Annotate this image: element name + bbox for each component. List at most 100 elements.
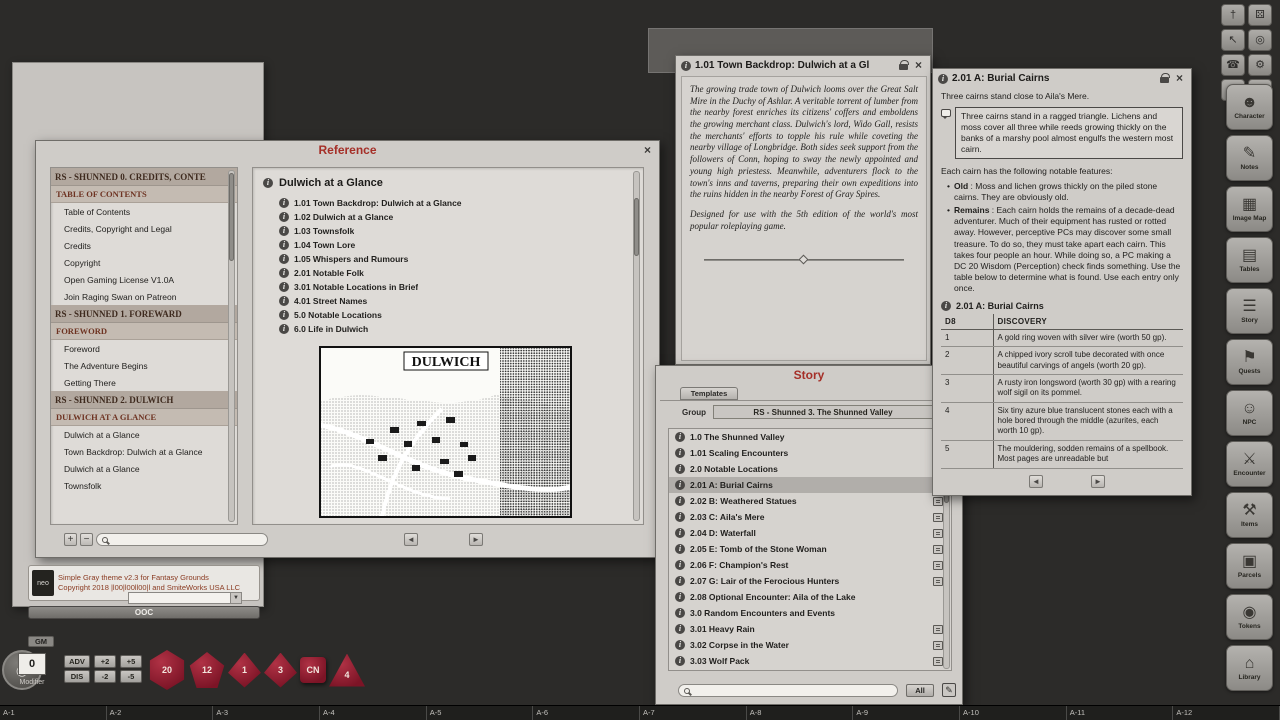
- toc-item[interactable]: The Adventure Begins: [51, 357, 237, 374]
- story-entry[interactable]: i3.02 Corpse in the Water: [669, 637, 951, 653]
- sidebar-item-imagemap[interactable]: ▦Image Map: [1226, 186, 1273, 232]
- toc-section-header[interactable]: RS - SHUNNED 1. FOREWARD: [51, 305, 237, 323]
- toc-subheader[interactable]: TABLE OF CONTENTS: [51, 186, 237, 203]
- toc-item[interactable]: Dulwich at a Glance: [51, 426, 237, 443]
- hotkey-slot[interactable]: A-1: [0, 706, 107, 720]
- reference-search-input[interactable]: [111, 535, 262, 544]
- toc-item[interactable]: Town Backdrop: Dulwich at a Glance: [51, 443, 237, 460]
- hotkey-slot[interactable]: A-3: [213, 706, 320, 720]
- sidebar-item-library[interactable]: ⌂Library: [1226, 645, 1273, 691]
- sidebar-item-tables[interactable]: ▤Tables: [1226, 237, 1273, 283]
- tab-templates[interactable]: Templates: [680, 387, 738, 400]
- plus5-button[interactable]: +5: [120, 655, 142, 668]
- toc-item[interactable]: Townsfolk: [51, 477, 237, 494]
- dulwich-map-image[interactable]: DULWICH: [319, 346, 572, 518]
- chevron-down-icon[interactable]: ▼: [230, 593, 241, 603]
- story-titlebar[interactable]: Story ×: [656, 366, 962, 385]
- toc-item[interactable]: Getting There: [51, 374, 237, 391]
- toc-item[interactable]: Dulwich at a Glance: [51, 460, 237, 477]
- story-entry[interactable]: i1.0 The Shunned Valley: [669, 429, 951, 445]
- control-die[interactable]: CN: [300, 657, 326, 683]
- reference-link[interactable]: i1.03 Townsfolk: [253, 224, 643, 238]
- toc-item[interactable]: Table of Contents: [51, 203, 237, 220]
- gm-identity-tab[interactable]: GM: [28, 636, 54, 647]
- story-entry[interactable]: i2.04 D: Waterfall: [669, 525, 951, 541]
- hotkey-slot[interactable]: A-7: [640, 706, 747, 720]
- hotkey-slot[interactable]: A-11: [1067, 706, 1174, 720]
- ooc-button[interactable]: OOC: [28, 606, 260, 619]
- disadvantage-button[interactable]: DIS: [64, 670, 90, 683]
- toc-item[interactable]: Open Gaming License V1.0A: [51, 271, 237, 288]
- d8-die[interactable]: 3: [264, 653, 297, 688]
- hotkey-slot[interactable]: A-2: [107, 706, 214, 720]
- toc-item[interactable]: Join Raging Swan on Patreon: [51, 288, 237, 305]
- hotkey-slot[interactable]: A-12: [1173, 706, 1280, 720]
- sidebar-item-tokens[interactable]: ◉Tokens: [1226, 594, 1273, 640]
- edit-toggle-button[interactable]: ✎: [942, 683, 956, 697]
- reference-link[interactable]: i1.04 Town Lore: [253, 238, 643, 252]
- sidebar-item-npc[interactable]: ☺NPC: [1226, 390, 1273, 436]
- plus2-button[interactable]: +2: [94, 655, 116, 668]
- story-entry[interactable]: i1.01 Scaling Encounters: [669, 445, 951, 461]
- d20-die[interactable]: 20: [148, 650, 186, 690]
- lock-icon[interactable]: [899, 64, 908, 70]
- previous-page-button[interactable]: ◄: [1029, 475, 1043, 488]
- reference-link[interactable]: i4.01 Street Names: [253, 294, 643, 308]
- previous-page-button[interactable]: ◄: [404, 533, 418, 546]
- sidebar-item-parcels[interactable]: ▣Parcels: [1226, 543, 1273, 589]
- toc-item[interactable]: Credits: [51, 237, 237, 254]
- story-search-input[interactable]: [693, 686, 892, 695]
- toc-subheader[interactable]: FOREWORD: [51, 323, 237, 340]
- cairns-table-link[interactable]: i 2.01 A: Burial Cairns: [941, 301, 1183, 311]
- town-backdrop-titlebar[interactable]: i 1.01 Town Backdrop: Dulwich at a Gl ×: [676, 56, 930, 75]
- toc-section-header[interactable]: RS - SHUNNED 2. DULWICH: [51, 391, 237, 409]
- story-entry[interactable]: i2.08 Optional Encounter: Aila of the La…: [669, 589, 951, 605]
- sidebar-item-quests[interactable]: ⚑Quests: [1226, 339, 1273, 385]
- slider-handle[interactable]: [799, 255, 809, 265]
- sidebar-item-notes[interactable]: ✎Notes: [1226, 135, 1273, 181]
- next-page-button[interactable]: ►: [469, 533, 483, 546]
- hotkey-slot[interactable]: A-10: [960, 706, 1067, 720]
- story-search[interactable]: [678, 684, 898, 697]
- story-entry[interactable]: i3.0 Random Encounters and Events: [669, 605, 951, 621]
- add-button[interactable]: +: [64, 533, 77, 546]
- reference-link[interactable]: i2.01 Notable Folk: [253, 266, 643, 280]
- reference-content-scrollbar[interactable]: [633, 171, 640, 521]
- story-entry[interactable]: i2.02 B: Weathered Statues: [669, 493, 951, 509]
- toc-item[interactable]: Foreword: [51, 340, 237, 357]
- group-dropdown[interactable]: RS - Shunned 3. The Shunned Valley: [713, 405, 933, 419]
- toc-scrollbar-handle[interactable]: [229, 173, 234, 261]
- dice-tower-button[interactable]: ⚄: [1248, 4, 1272, 26]
- burial-cairns-titlebar[interactable]: i 2.01 A: Burial Cairns ×: [933, 69, 1191, 88]
- toc-subheader[interactable]: DULWICH AT A GLANCE: [51, 409, 237, 426]
- d4-die[interactable]: 4: [329, 654, 365, 687]
- options-button[interactable]: ⚙: [1248, 54, 1272, 76]
- story-entry[interactable]: i2.03 C: Aila's Mere: [669, 509, 951, 525]
- close-icon[interactable]: ×: [1173, 72, 1186, 85]
- reference-link[interactable]: i3.01 Notable Locations in Brief: [253, 280, 643, 294]
- toc-item[interactable]: Credits, Copyright and Legal: [51, 220, 237, 237]
- story-entry[interactable]: i2.0 Notable Locations: [669, 461, 951, 477]
- advantage-button[interactable]: ADV: [64, 655, 90, 668]
- text-scale-slider[interactable]: [704, 255, 904, 265]
- sidebar-item-encounter[interactable]: ⚔Encounter: [1226, 441, 1273, 487]
- reference-link[interactable]: i5.0 Notable Locations: [253, 308, 643, 322]
- hotkey-slot[interactable]: A-5: [427, 706, 534, 720]
- sidebar-item-character[interactable]: ☻Character: [1226, 84, 1273, 130]
- reference-titlebar[interactable]: Reference ×: [36, 141, 659, 160]
- speech-bubble-icon[interactable]: [941, 109, 951, 117]
- hotkey-slot[interactable]: A-6: [533, 706, 640, 720]
- sidebar-item-story[interactable]: ☰Story: [1226, 288, 1273, 334]
- story-entry[interactable]: i3.03 Wolf Pack: [669, 653, 951, 669]
- reference-link[interactable]: i1.05 Whispers and Rumours: [253, 252, 643, 266]
- hotkey-slot[interactable]: A-4: [320, 706, 427, 720]
- story-entry[interactable]: i2.01 A: Burial Cairns: [669, 477, 951, 493]
- minus5-button[interactable]: -5: [120, 670, 142, 683]
- d12-die[interactable]: 12: [189, 652, 225, 688]
- close-icon[interactable]: ×: [912, 59, 925, 72]
- pointer-circle-button[interactable]: ◎: [1248, 29, 1272, 51]
- sidebar-item-items[interactable]: ⚒Items: [1226, 492, 1273, 538]
- reference-link[interactable]: i1.02 Dulwich at a Glance: [253, 210, 643, 224]
- toc-section-header[interactable]: RS - SHUNNED 0. CREDITS, CONTE: [51, 168, 237, 186]
- calling-button[interactable]: ☎: [1221, 54, 1245, 76]
